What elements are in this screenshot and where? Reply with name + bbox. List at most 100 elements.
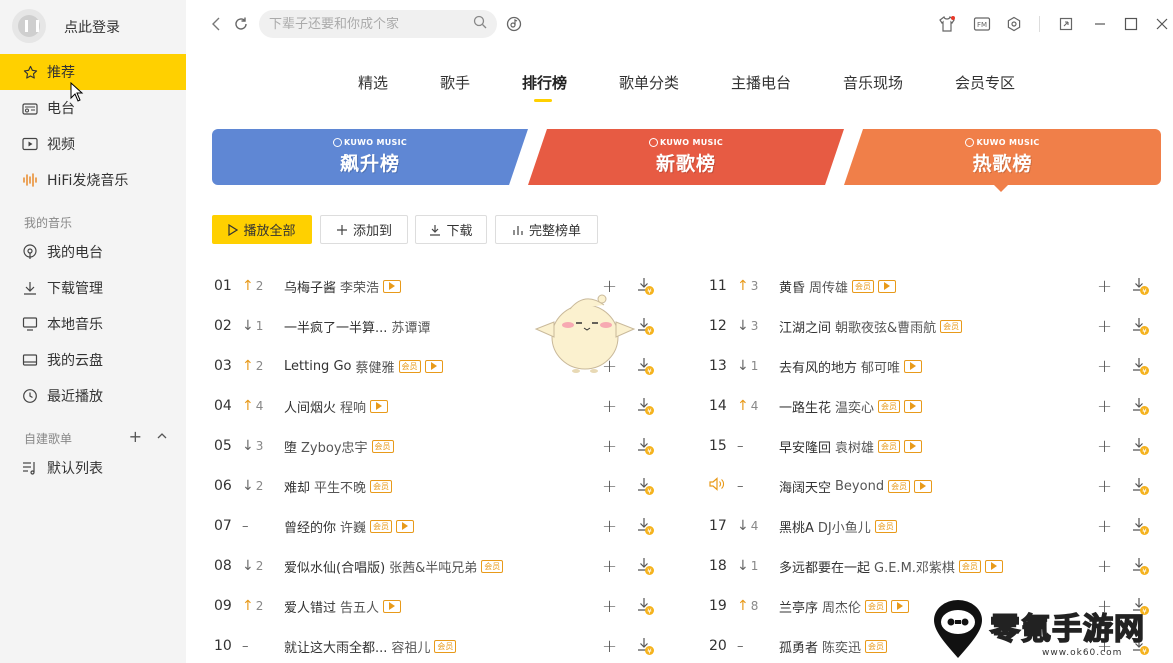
add-song-icon[interactable]: + [1097, 276, 1112, 297]
song-artist[interactable]: 容祖儿 [391, 637, 430, 656]
download-song-icon[interactable]: ¥ [637, 396, 655, 416]
add-song-icon[interactable]: + [602, 516, 617, 537]
mv-icon[interactable] [904, 399, 923, 413]
song-title[interactable]: 早安隆回 [779, 437, 831, 456]
mini-mode-icon[interactable] [1056, 14, 1076, 34]
chart-banner-soaring[interactable]: KUWO MUSIC 飙升榜 [212, 129, 528, 185]
add-playlist-icon[interactable]: + [129, 427, 142, 446]
song-artist[interactable]: 温奕心 [835, 397, 874, 416]
add-song-icon[interactable]: + [602, 636, 617, 657]
download-song-icon[interactable]: ¥ [1132, 276, 1150, 296]
song-artist[interactable]: 李荣浩 [340, 277, 379, 296]
add-to-button[interactable]: 添加到 [320, 215, 408, 244]
sidebar-item-hifi[interactable]: HiFi发烧音乐 [0, 162, 186, 198]
add-song-icon[interactable]: + [602, 476, 617, 497]
song-title[interactable]: 爱人错过 [284, 597, 336, 616]
song-row[interactable]: 05 ↓ 3 堕 Zyboy忠宇 会员 + ¥ [214, 426, 659, 466]
download-song-icon[interactable]: ¥ [1132, 396, 1150, 416]
song-artist[interactable]: Zyboy忠宇 [301, 437, 368, 456]
download-song-icon[interactable]: ¥ [637, 476, 655, 496]
song-artist[interactable]: DJ小鱼儿 [818, 517, 871, 536]
tab-anchor-radio[interactable]: 主播电台 [731, 72, 791, 93]
song-artist[interactable]: 周传雄 [809, 277, 848, 296]
tab-featured[interactable]: 精选 [358, 72, 388, 93]
song-artist[interactable]: Beyond [835, 479, 884, 494]
mv-icon[interactable] [904, 439, 923, 453]
song-title[interactable]: 一半疯了一半算... [284, 317, 387, 336]
tab-charts[interactable]: 排行榜 [522, 72, 567, 93]
song-artist[interactable]: 程响 [340, 397, 366, 416]
download-song-icon[interactable]: ¥ [637, 556, 655, 576]
play-all-button[interactable]: 播放全部 [212, 215, 312, 244]
song-row[interactable]: 13 ↓ 1 去有风的地方 郁可唯 + ¥ [709, 346, 1159, 386]
song-title[interactable]: 人间烟火 [284, 397, 336, 416]
mv-icon[interactable] [904, 359, 923, 373]
download-song-icon[interactable]: ¥ [637, 276, 655, 296]
add-song-icon[interactable]: + [602, 436, 617, 457]
download-song-icon[interactable]: ¥ [1132, 556, 1150, 576]
mv-icon[interactable] [878, 279, 897, 293]
mv-icon[interactable] [396, 519, 415, 533]
song-artist[interactable]: 郁可唯 [861, 357, 900, 376]
full-chart-button[interactable]: 完整榜单 [495, 215, 598, 244]
add-song-icon[interactable]: + [1097, 356, 1112, 377]
search-icon[interactable] [473, 15, 487, 33]
download-song-icon[interactable]: ¥ [1132, 516, 1150, 536]
song-row[interactable]: 12 ↓ 3 江湖之间 朝歌夜弦&曹雨航 会员 + ¥ [709, 306, 1159, 346]
fm-icon[interactable]: FM [972, 14, 992, 34]
maximize-icon[interactable] [1121, 14, 1141, 34]
sidebar-item-cloud[interactable]: 我的云盘 [0, 342, 186, 378]
song-title[interactable]: 海阔天空 [779, 477, 831, 496]
refresh-icon[interactable] [231, 14, 251, 34]
tab-live[interactable]: 音乐现场 [843, 72, 903, 93]
skin-icon[interactable] [937, 14, 957, 34]
song-artist[interactable]: 朝歌夜弦&曹雨航 [835, 317, 936, 336]
collapse-icon[interactable] [156, 427, 168, 446]
song-title[interactable]: 兰亭序 [779, 597, 818, 616]
sidebar-item-video[interactable]: 视频 [0, 126, 186, 162]
user-avatar[interactable] [12, 9, 46, 43]
song-title[interactable]: 江湖之间 [779, 317, 831, 336]
mv-icon[interactable] [383, 599, 402, 613]
song-title[interactable]: 就让这大雨全都... [284, 637, 387, 656]
tab-playlist-categories[interactable]: 歌单分类 [619, 72, 679, 93]
song-row[interactable]: 15– 早安隆回 袁树雄 会员 + ¥ [709, 426, 1159, 466]
song-row[interactable]: 17 ↓ 4 黑桃A DJ小鱼儿 会员 + ¥ [709, 506, 1159, 546]
song-artist[interactable]: 平生不晚 [314, 477, 366, 496]
song-row[interactable]: 09 ↑ 2 爱人错过 告五人 + ¥ [214, 586, 659, 626]
download-button[interactable]: 下载 [415, 215, 487, 244]
add-song-icon[interactable]: + [602, 596, 617, 617]
minimize-icon[interactable] [1090, 14, 1110, 34]
add-song-icon[interactable]: + [1097, 316, 1112, 337]
song-row[interactable]: 06 ↓ 2 难却 平生不晚 会员 + ¥ [214, 466, 659, 506]
song-title[interactable]: 去有风的地方 [779, 357, 857, 376]
chart-banner-hot[interactable]: KUWO MUSIC 热歌榜 [844, 129, 1161, 185]
sidebar-item-recent[interactable]: 最近播放 [0, 378, 186, 414]
song-artist[interactable]: 袁树雄 [835, 437, 874, 456]
back-icon[interactable] [206, 14, 226, 34]
song-row[interactable]: 14 ↑ 4 一路生花 温奕心 会员 + ¥ [709, 386, 1159, 426]
download-song-icon[interactable]: ¥ [1132, 476, 1150, 496]
mv-icon[interactable] [383, 279, 402, 293]
song-artist[interactable]: 陈奕迅 [822, 637, 861, 656]
download-song-icon[interactable]: ¥ [1132, 356, 1150, 376]
add-song-icon[interactable]: + [602, 556, 617, 577]
song-row[interactable]: – 海阔天空 Beyond 会员 + ¥ [709, 466, 1159, 506]
sidebar-item-local-music[interactable]: 本地音乐 [0, 306, 186, 342]
song-title[interactable]: 一路生花 [779, 397, 831, 416]
song-title[interactable]: 乌梅子酱 [284, 277, 336, 296]
add-song-icon[interactable]: + [602, 396, 617, 417]
download-song-icon[interactable]: ¥ [637, 636, 655, 656]
mv-icon[interactable] [984, 559, 1003, 573]
tab-vip-zone[interactable]: 会员专区 [955, 72, 1015, 93]
login-link[interactable]: 点此登录 [64, 17, 120, 37]
song-row[interactable]: 18 ↓ 1 多远都要在一起 G.E.M.邓紫棋 会员 + ¥ [709, 546, 1159, 586]
song-artist[interactable]: 许巍 [340, 517, 366, 536]
download-song-icon[interactable]: ¥ [637, 516, 655, 536]
song-artist[interactable]: 苏谭谭 [391, 317, 430, 336]
settings-icon[interactable] [1004, 14, 1024, 34]
download-song-icon[interactable]: ¥ [637, 596, 655, 616]
download-song-icon[interactable]: ¥ [1132, 436, 1150, 456]
add-song-icon[interactable]: + [1097, 516, 1112, 537]
song-title[interactable]: 爱似水仙(合唱版) [284, 557, 385, 576]
